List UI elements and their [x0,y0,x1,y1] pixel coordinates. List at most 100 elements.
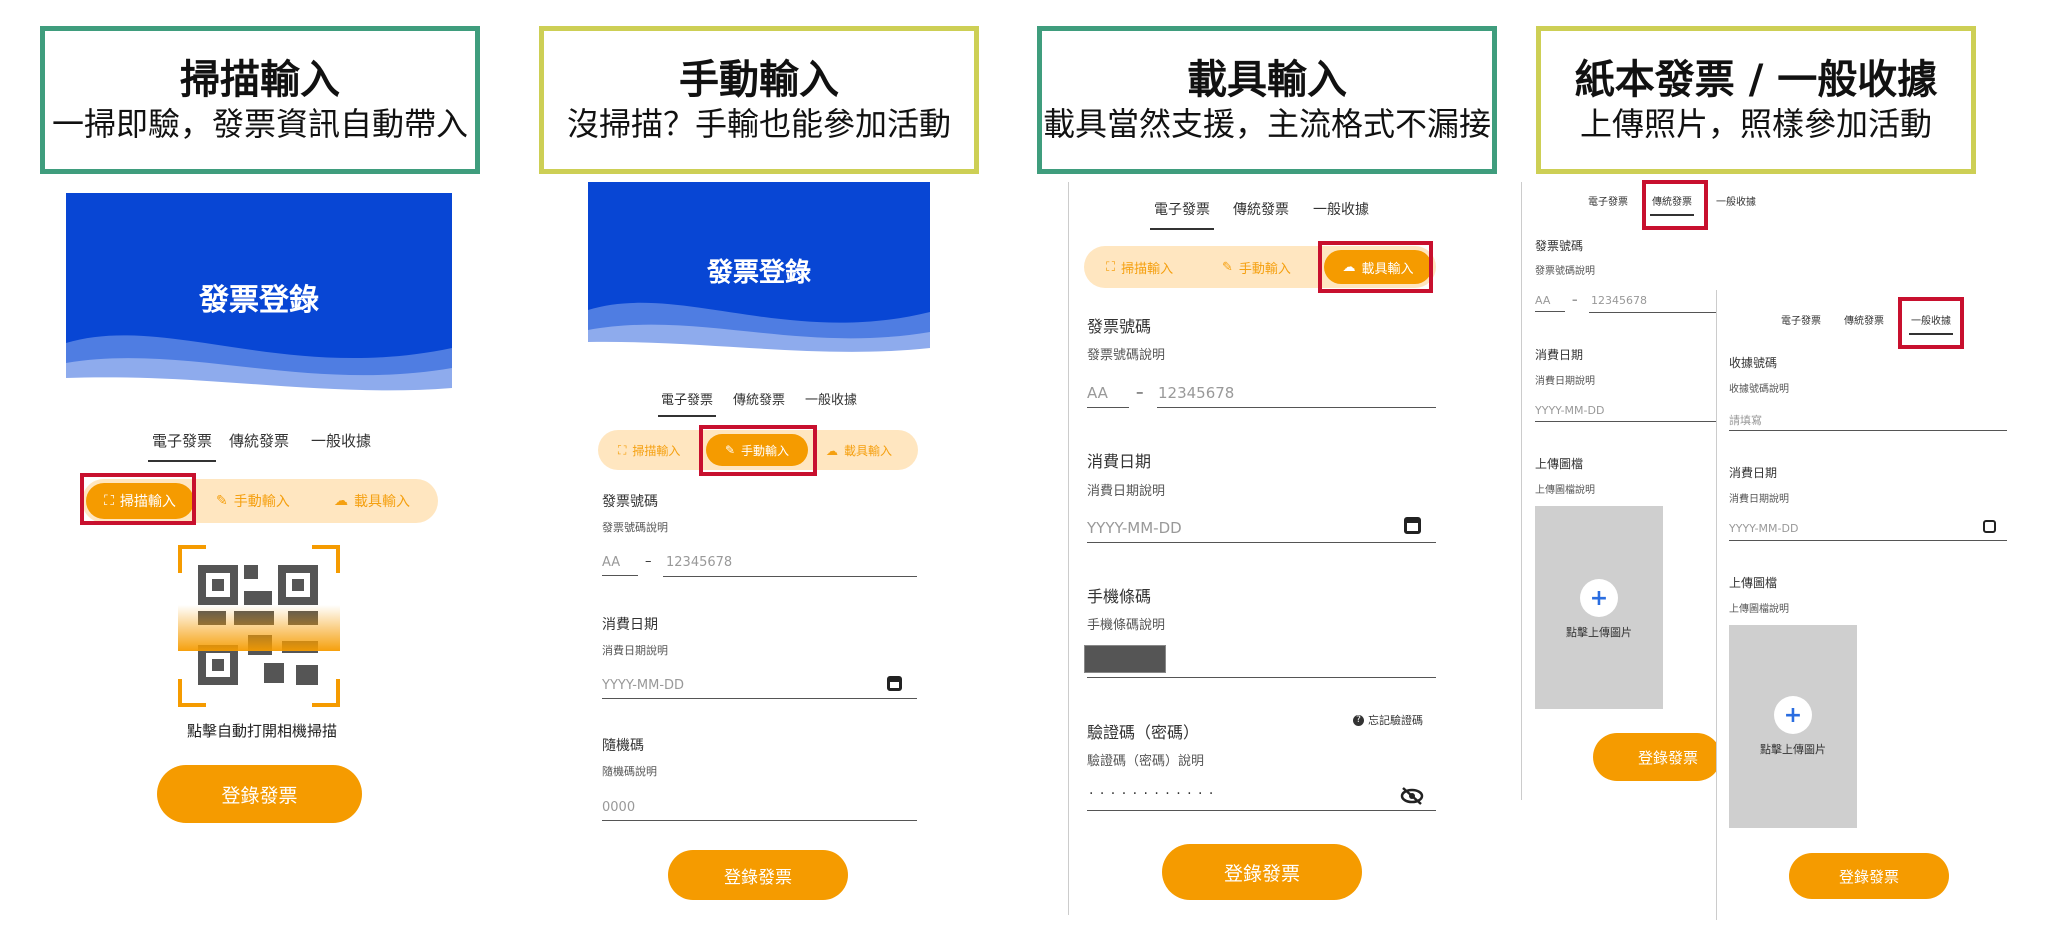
mode-scan[interactable]: ⛶ 掃描輸入 [618,442,680,459]
dash-separator: – [1136,383,1144,401]
tab-traditional[interactable]: 傳統發票 [1844,312,1884,327]
qr-scan-icon[interactable] [178,545,340,707]
number-input[interactable]: 12345678 [1158,384,1234,402]
field-hint: 發票號碼說明 [1087,348,1166,363]
field-label: 收據號碼 [1729,356,1778,370]
date-input[interactable]: YYYY-MM-DD [1535,404,1604,417]
tab-traditional[interactable]: 傳統發票 [733,389,785,408]
input-underline [1087,542,1436,543]
input-underline [1589,312,1717,313]
tab-e-invoice[interactable]: 電子發票 [658,389,717,417]
field-hint: 消費日期說明 [1087,484,1166,499]
tab-traditional[interactable]: 傳統發票 [229,430,289,451]
forgot-label: 忘記驗證碼 [1368,714,1423,727]
calendar-icon[interactable] [1404,517,1421,534]
cloud-upload-icon: ☁ [826,443,838,458]
input-underline [1535,311,1565,312]
plus-icon: + [1774,696,1812,734]
prefix-input[interactable]: AA [1535,294,1550,307]
mode-carrier[interactable]: ☁ 載具輸入 [334,491,410,511]
input-underline [1087,407,1129,408]
tab-e-invoice[interactable]: 電子發票 [1588,193,1628,208]
upload-label: 點擊上傳圖片 [1760,743,1826,756]
forgot-code-link[interactable]: ? 忘記驗證碼 [1353,712,1423,728]
cloud-upload-icon: ☁ [334,493,348,509]
field-hint: 消費日期說明 [1729,494,1789,505]
field-hint: 手機條碼說明 [1087,618,1166,633]
hero-title: 發票登錄 [706,258,811,288]
header-carrier: 載具輸入 載具當然支援，主流格式不漏接 [1037,26,1497,174]
submit-button[interactable]: 登錄發票 [157,765,362,823]
mode-scan[interactable]: ⛶ 掃描輸入 [1106,258,1173,277]
tab-receipt[interactable]: 一般收據 [805,389,857,408]
date-input[interactable]: YYYY-MM-DD [602,678,684,693]
eye-off-icon[interactable] [1400,786,1424,806]
prefix-input[interactable]: AA [602,555,620,570]
mode-carrier[interactable]: ☁ 載具輸入 [826,442,892,459]
mode-manual[interactable]: ✎ 手動輸入 [216,491,290,511]
date-input[interactable]: YYYY-MM-DD [1087,519,1182,537]
submit-button[interactable]: 登錄發票 [1593,733,1721,781]
date-input[interactable]: YYYY-MM-DD [1729,522,1798,535]
input-underline [663,576,917,577]
tab-traditional[interactable]: 傳統發票 [1233,199,1289,219]
field-label: 發票號碼 [602,494,658,510]
mode-label: 載具輸入 [354,494,410,510]
dash-separator: – [1572,293,1578,306]
field-hint: 發票號碼說明 [602,521,668,534]
image-upload-area[interactable]: + 點擊上傳圖片 [1535,506,1663,709]
header-scan: 掃描輸入 一掃即驗，發票資訊自動帶入 [40,26,480,174]
header-subtitle: 上傳照片，照樣參加活動 [1579,105,1932,143]
tab-receipt[interactable]: 一般收據 [311,430,371,451]
submit-button[interactable]: 登錄發票 [1162,844,1362,900]
header-subtitle: 一掃即驗，發票資訊自動帶入 [51,105,468,143]
mode-label: 手動輸入 [1238,262,1291,277]
prefix-input[interactable]: AA [1087,384,1108,402]
calendar-icon[interactable] [1983,520,1996,533]
input-underline [1157,407,1436,408]
barcode-input-filled[interactable] [1084,645,1166,673]
mode-manual[interactable]: ✎ 手動輸入 [1222,258,1291,277]
field-label: 發票號碼 [1087,317,1152,336]
hero-banner: 發票登錄 [66,193,452,398]
panel-divider [1068,182,1069,915]
random-code-input[interactable]: 0000 [602,800,635,815]
input-underline [602,698,917,699]
field-label: 消費日期 [1729,466,1778,480]
input-underline [602,820,917,821]
submit-button[interactable]: 登錄發票 [1789,853,1949,899]
hero-title: 發票登錄 [199,283,319,318]
input-underline [1729,540,2007,541]
dash-separator: – [645,554,652,569]
calendar-icon[interactable] [887,676,902,691]
scan-icon: ⛶ [1106,260,1116,275]
tab-e-invoice[interactable]: 電子發票 [1781,312,1821,327]
header-title: 掃描輸入 [180,57,340,103]
mode-label: 載具輸入 [844,444,893,458]
field-label: 上傳圖檔 [1729,576,1778,590]
field-label: 消費日期 [1087,452,1152,471]
field-label: 驗證碼（密碼） [1087,723,1200,742]
image-upload-area[interactable]: + 點擊上傳圖片 [1729,625,1857,828]
input-underline [1535,421,1717,422]
tab-e-invoice[interactable]: 電子發票 [1150,199,1214,230]
submit-button[interactable]: 登錄發票 [668,850,848,900]
input-underline [1087,677,1436,678]
highlight-box [1318,241,1433,293]
header-subtitle: 載具當然支援，主流格式不漏接 [1042,105,1491,143]
tab-receipt[interactable]: 一般收據 [1716,193,1756,208]
input-underline [1087,810,1436,811]
field-label: 消費日期 [602,617,658,633]
field-label: 上傳圖檔 [1535,457,1584,471]
help-icon: ? [1353,714,1364,726]
tab-receipt[interactable]: 一般收據 [1313,199,1369,219]
number-input[interactable]: 12345678 [1591,294,1647,307]
mode-label: 掃描輸入 [1121,262,1174,277]
hero-banner: 發票登錄 [588,182,930,357]
password-input[interactable]: · · · · · · · · · · · · [1089,786,1214,802]
upload-label: 點擊上傳圖片 [1566,626,1632,639]
field-label: 發票號碼 [1535,239,1584,253]
number-input[interactable]: 12345678 [666,555,732,570]
receipt-number-input[interactable]: 請填寫 [1729,412,1762,428]
tab-e-invoice[interactable]: 電子發票 [148,430,217,462]
